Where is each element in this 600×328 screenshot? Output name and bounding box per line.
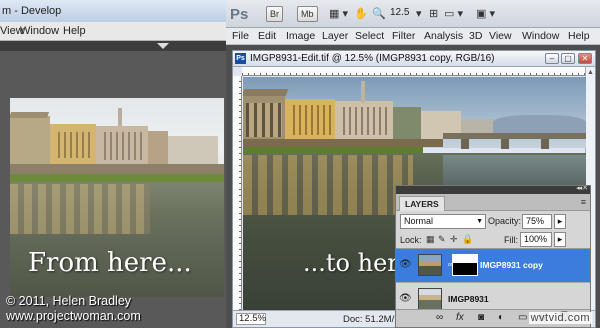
maximize-button[interactable]: ▢ — [561, 53, 575, 64]
layer-thumbnail — [418, 288, 442, 310]
scroll-up-icon[interactable]: ▲ — [587, 69, 594, 76]
ps-menu-file[interactable]: File — [232, 30, 249, 42]
opacity-field[interactable]: 75% — [522, 214, 552, 229]
lightroom-title-bar: m - Develop — [0, 0, 226, 22]
horizontal-ruler[interactable] — [242, 67, 587, 76]
lightroom-title: m - Develop — [2, 5, 62, 17]
watermark: wvtvid.com — [528, 312, 592, 324]
ps-document-icon: Ps — [235, 53, 246, 64]
visibility-eye-icon[interactable]: 👁 — [399, 259, 412, 270]
before-photo: From here... — [10, 98, 224, 297]
blend-opacity-row: Normal ▼ Opacity: 75% ▸ — [396, 211, 590, 231]
panel-collapse-bar[interactable]: ◂◂ ✕ — [396, 186, 590, 194]
adjustment-icon[interactable]: ◐ — [498, 312, 504, 323]
fill-value: 100% — [524, 234, 548, 244]
close-button[interactable]: ✕ — [578, 53, 592, 64]
photoshop-application-bar: Ps Br Mb ▦ ▾ ✋ 🔍 12.5 ▾ ⊞ ▭ ▾ ▣ ▾ — [226, 0, 600, 28]
lock-pixels-icon[interactable]: ✎ — [438, 234, 446, 245]
lock-fill-row: Lock: ▦ ✎ ✛ 🔒 Fill: 100% ▸ — [396, 231, 590, 249]
ps-menu-filter[interactable]: Filter — [392, 30, 415, 42]
blend-mode-select[interactable]: Normal ▼ — [400, 214, 486, 229]
fill-label: Fill: — [504, 235, 518, 245]
ps-menu-select[interactable]: Select — [355, 30, 384, 42]
lock-transparency-icon[interactable]: ▦ — [426, 234, 435, 245]
photoshop-logo: Ps — [230, 6, 249, 23]
layer-name: IMGP8931 — [448, 294, 489, 304]
lr-menu-window[interactable]: Window — [20, 25, 59, 37]
copyright-block: © 2011, Helen Bradley www.projectwoman.c… — [6, 294, 141, 324]
launch-minibridge-button[interactable]: Mb — [297, 6, 318, 22]
website-text: www.projectwoman.com — [6, 309, 141, 323]
lock-all-icon[interactable]: 🔒 — [462, 234, 473, 245]
ps-menu-3d[interactable]: 3D — [469, 30, 482, 42]
opacity-slider-button[interactable]: ▸ — [554, 214, 566, 229]
view-extras-icon[interactable]: ▦ ▾ — [329, 7, 348, 20]
lock-position-icon[interactable]: ✛ — [450, 234, 458, 245]
mask-icon[interactable]: ◙ — [478, 312, 484, 323]
ps-menu-window[interactable]: Window — [522, 30, 559, 42]
app-zoom-level[interactable]: 12.5 — [390, 7, 409, 18]
zoom-field[interactable]: 12.5% — [236, 313, 266, 325]
lr-menu-help[interactable]: Help — [63, 25, 86, 37]
folder-icon[interactable]: ▭ — [518, 312, 527, 323]
opacity-label: Opacity: — [488, 216, 522, 226]
tab-layers[interactable]: LAYERS — [399, 196, 445, 211]
zoom-dropdown-icon[interactable]: ▾ — [416, 7, 422, 20]
layers-panel: ◂◂ ✕ LAYERS ≡ Normal ▼ Opacity: 75% ▸ Lo… — [395, 185, 591, 328]
document-title: IMGP8931-Edit.tif @ 12.5% (IMGP8931 copy… — [250, 53, 495, 64]
zoom-tool-icon[interactable]: 🔍 — [372, 7, 386, 20]
launch-bridge-button[interactable]: Br — [266, 6, 283, 22]
link-icon[interactable]: ∞ — [436, 312, 443, 323]
ps-menu-help[interactable]: Help — [568, 30, 590, 42]
layer-thumbnail — [418, 254, 442, 276]
collapse-triangle-icon[interactable] — [157, 43, 169, 49]
lightroom-panel-strip — [0, 41, 226, 51]
ps-menu-edit[interactable]: Edit — [258, 30, 276, 42]
lightroom-window: m - Develop View Window Help From here..… — [0, 0, 226, 328]
lightroom-menubar: View Window Help — [0, 22, 226, 41]
panel-tab-row: LAYERS ≡ — [396, 194, 590, 211]
before-caption: From here... — [28, 248, 192, 278]
vertical-ruler[interactable] — [233, 76, 242, 312]
hand-tool-icon[interactable]: ✋ — [354, 7, 368, 20]
fx-icon[interactable]: fx — [456, 312, 464, 323]
arrange-documents-icon[interactable]: ▭ ▾ — [444, 7, 463, 20]
layer-mask-thumbnail[interactable] — [452, 254, 478, 276]
opacity-value: 75% — [526, 216, 545, 226]
visibility-eye-icon[interactable]: 👁 — [399, 293, 412, 304]
ps-menu-view[interactable]: View — [489, 30, 512, 42]
panel-menu-icon[interactable]: ≡ — [581, 197, 586, 207]
collapse-arrows-icon[interactable]: ◂◂ ✕ — [576, 186, 588, 192]
screen-mode-icon[interactable]: ▣ ▾ — [476, 7, 495, 20]
rotate-view-icon[interactable]: ⊞ — [429, 7, 438, 20]
layer-name: IMGP8931 copy — [480, 260, 543, 270]
ps-menu-analysis[interactable]: Analysis — [424, 30, 463, 42]
fill-slider-button[interactable]: ▸ — [554, 232, 566, 247]
photoshop-menubar: File Edit Image Layer Select Filter Anal… — [226, 28, 600, 45]
ps-menu-layer[interactable]: Layer — [322, 30, 348, 42]
document-title-bar[interactable]: Ps IMGP8931-Edit.tif @ 12.5% (IMGP8931 c… — [233, 51, 595, 67]
lock-label: Lock: — [400, 235, 422, 245]
ps-menu-image[interactable]: Image — [286, 30, 315, 42]
blend-dropdown-icon: ▼ — [476, 218, 483, 225]
fill-field[interactable]: 100% — [520, 232, 552, 247]
layer-row-copy[interactable]: 👁 ∞ IMGP8931 copy — [396, 249, 590, 283]
blend-mode-value: Normal — [404, 216, 434, 226]
copyright-text: © 2011, Helen Bradley — [6, 294, 132, 308]
minimize-button[interactable]: – — [545, 53, 559, 64]
